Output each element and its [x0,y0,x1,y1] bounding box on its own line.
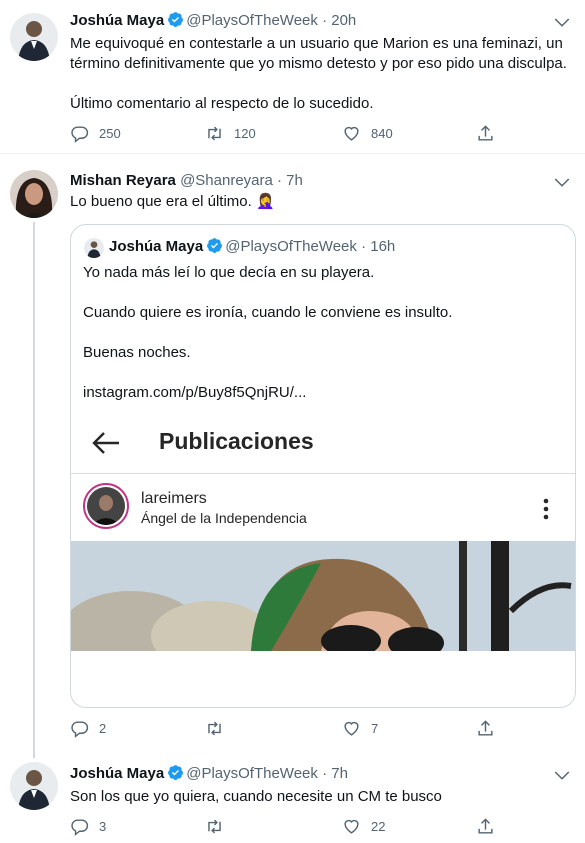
retweet-button[interactable] [205,719,234,738]
retweet-icon [208,126,221,141]
more-vertical-icon [543,498,549,520]
author-handle[interactable]: @PlaysOfTheWeek [186,765,318,782]
chevron-down-icon[interactable] [553,173,571,191]
author-handle: @PlaysOfTheWeek [225,238,357,255]
quoted-tweet-header: Joshúa Maya @PlaysOfTheWeek · 16h [109,237,395,255]
tweet-header: Joshúa Maya @PlaysOfTheWeek · 7h [70,764,348,784]
author-name[interactable]: Joshúa Maya [70,765,164,782]
share-icon [478,720,493,736]
retweet-icon [208,819,221,834]
preview-username: lareimers [141,490,207,507]
tweet-1[interactable]: Joshúa Maya @PlaysOfTheWeek · 20h Me equi… [0,0,585,152]
author-name[interactable]: Mishan Reyara [70,172,176,189]
avatar[interactable] [10,13,58,61]
timestamp[interactable]: · 7h [322,765,348,782]
avatar[interactable] [10,170,58,218]
arrow-left-icon [92,432,119,454]
quoted-tweet-text: Cuando quiere es ironía, cuando le convi… [83,304,453,321]
quoted-tweet-text: Buenas noches. [83,344,191,361]
avatar[interactable] [10,762,58,810]
preview-title: Publicaciones [159,428,314,454]
quoted-tweet[interactable]: Joshúa Maya @PlaysOfTheWeek · 16h Yo nada… [70,224,576,708]
share-icon [478,125,493,141]
retweet-button[interactable] [205,817,234,836]
verified-icon [168,765,184,780]
tweet-header: Mishan Reyara @Shanreyara · 7h [70,171,303,191]
avatar [83,483,129,529]
reply-icon [71,819,89,836]
like-button[interactable]: 22 [342,817,385,836]
share-button[interactable] [476,817,505,836]
tweet-actions: 2 7 [70,719,500,741]
reply-icon [71,126,89,143]
reply-icon [71,721,89,738]
author-handle[interactable]: @Shanreyara [180,172,273,189]
author-name: Joshúa Maya [109,238,204,255]
timestamp[interactable]: · 7h [277,172,303,189]
reply-button[interactable]: 2 [70,719,106,738]
reply-button[interactable]: 3 [70,817,106,836]
heart-icon [344,819,359,834]
heart-icon [344,126,359,141]
quoted-tweet-text: Yo nada más leí lo que decía en su playe… [83,264,375,281]
author-handle[interactable]: @PlaysOfTheWeek [186,12,318,29]
heart-icon [344,721,359,736]
quoted-tweet-link[interactable]: instagram.com/p/Buy8f5QnjRU/... [83,383,306,403]
tweet-header: Joshúa Maya @PlaysOfTheWeek · 20h [70,11,356,31]
share-button[interactable] [476,124,505,143]
author-name[interactable]: Joshúa Maya [70,12,164,29]
chevron-down-icon[interactable] [553,13,571,31]
tweet-text: Son los que yo quiera, cuando necesite u… [70,788,442,805]
media-photo [71,541,575,651]
retweet-button[interactable]: 120 [205,124,256,143]
timestamp: · 16h [361,238,396,255]
tweet-text: Lo bueno que era el último. 🤦‍♀️ [70,193,275,210]
tweet-text: Me equivoqué en contestarle a un usuario… [70,35,567,112]
retweet-icon [208,721,221,736]
share-button[interactable] [476,719,505,738]
tweet-3[interactable]: Joshúa Maya @PlaysOfTheWeek · 7h Son los … [0,752,585,843]
preview-location: Ángel de la Independencia [141,510,307,526]
share-icon [478,818,493,834]
divider [71,473,575,474]
reply-button[interactable]: 250 [70,124,121,143]
tweet-actions: 250 120 840 [70,124,500,146]
media-preview[interactable]: Publicaciones lareimers Ángel de la Inde… [71,415,575,651]
tweet-actions: 3 22 [70,817,500,839]
avatar [84,238,104,258]
timestamp[interactable]: · 20h [322,12,356,29]
chevron-down-icon[interactable] [553,766,571,784]
like-button[interactable]: 7 [342,719,378,738]
like-button[interactable]: 840 [342,124,393,143]
verified-icon [207,238,223,253]
verified-icon [168,12,184,27]
